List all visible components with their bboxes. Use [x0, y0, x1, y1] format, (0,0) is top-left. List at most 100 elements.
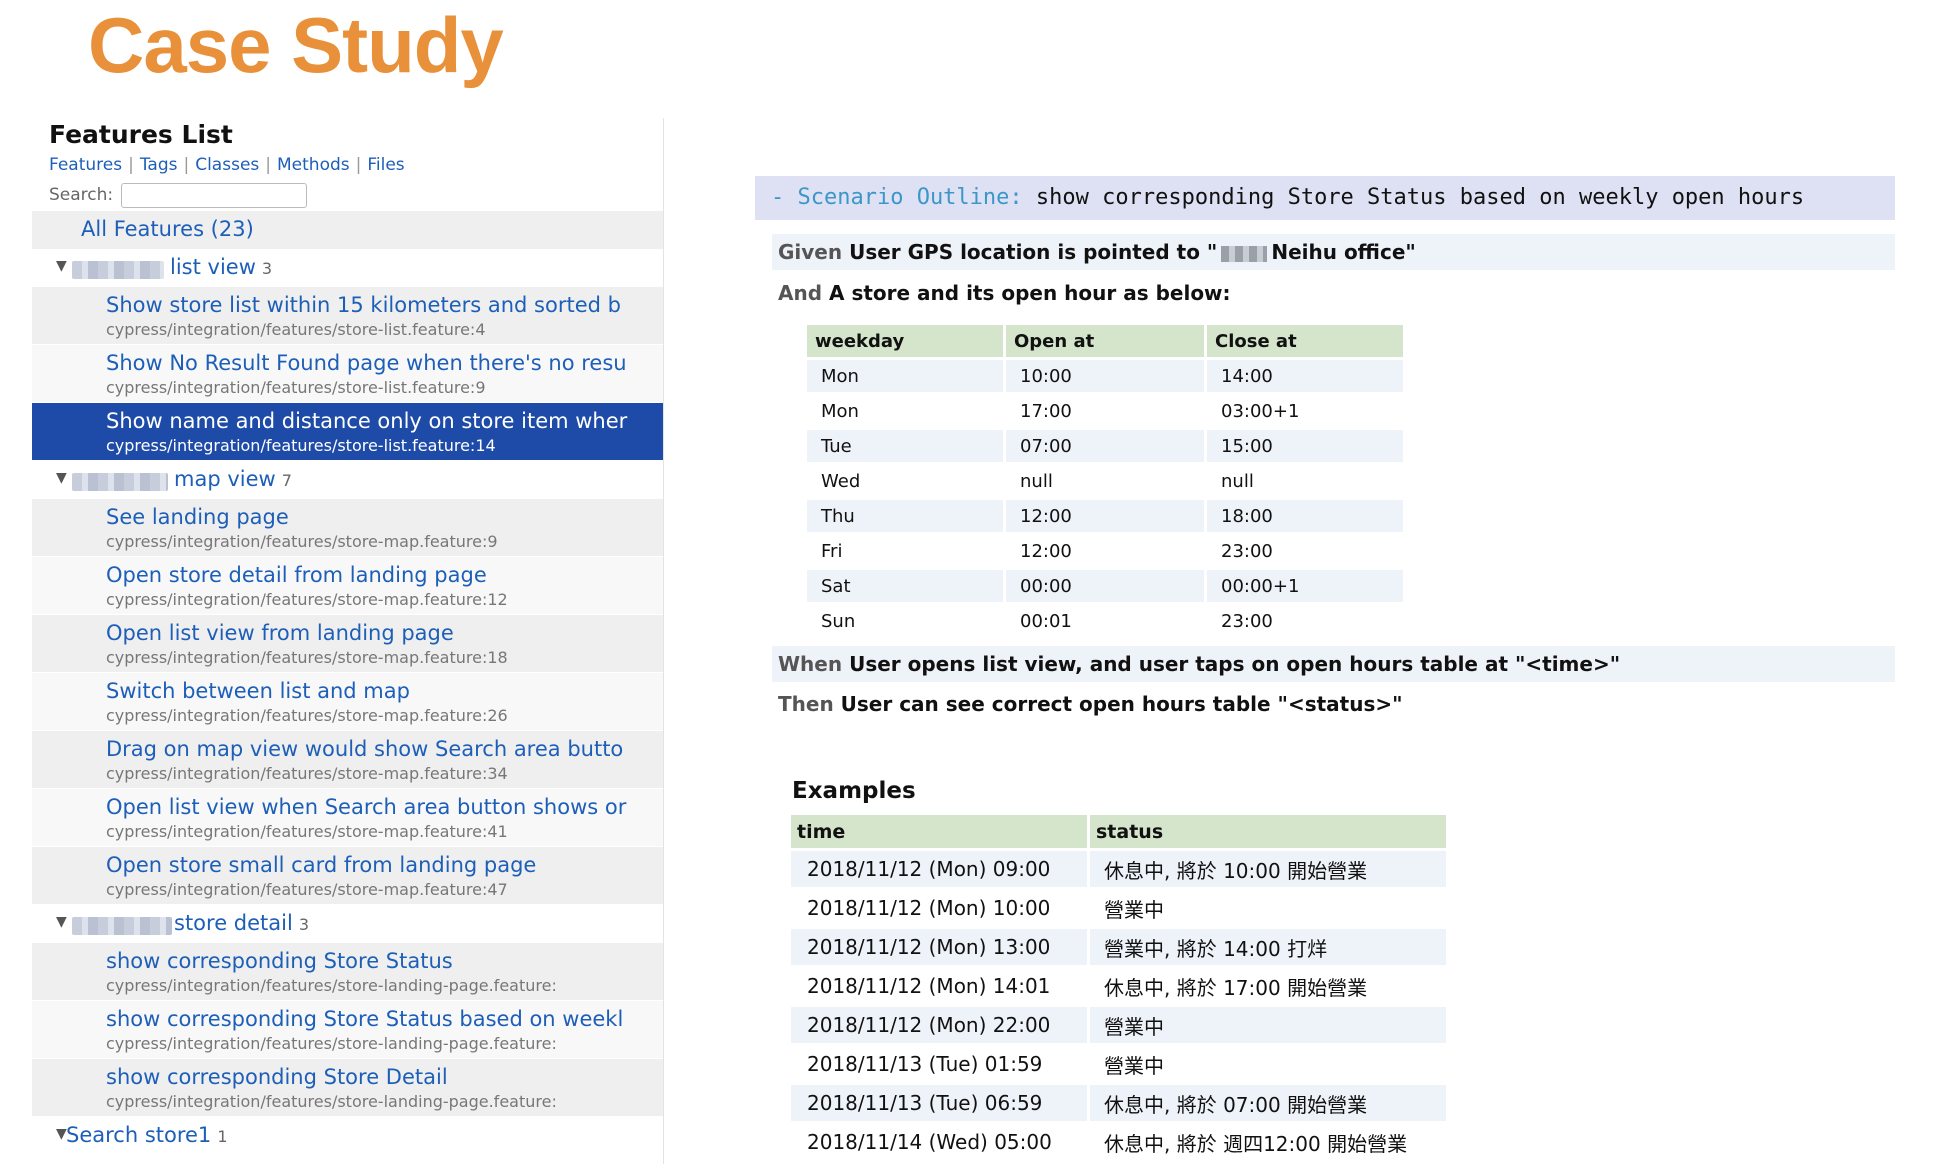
search-row: Search: [49, 180, 663, 210]
nav-link-features[interactable]: Features [49, 155, 122, 175]
scenario-outline-title: show corresponding Store Status based on… [1035, 185, 1805, 210]
table-cell: 休息中, 將於 07:00 開始營業 [1090, 1085, 1446, 1121]
triangle-down-icon[interactable]: ▼ [56, 914, 67, 930]
feature-item-title[interactable]: show corresponding Store Detail [106, 1065, 448, 1089]
step-text: A store and its open hour as below: [829, 281, 1231, 305]
table-cell: 2018/11/12 (Mon) 22:00 [791, 1007, 1087, 1043]
feature-group-label[interactable]: map view 7 [174, 467, 292, 491]
feature-item-path: cypress/integration/features/store-landi… [106, 1034, 557, 1053]
features-list-title: Features List [49, 120, 233, 149]
feature-item[interactable]: Show No Result Found page when there's n… [32, 345, 663, 403]
feature-item-title[interactable]: Open list view from landing page [106, 621, 454, 645]
table-cell: 23:00 [1207, 535, 1403, 567]
feature-item-title[interactable]: Open store detail from landing page [106, 563, 487, 587]
redacted-text [1221, 245, 1268, 262]
feature-item[interactable]: Open list view from landing page cypress/… [32, 615, 663, 673]
table-cell: Mon [807, 395, 1003, 427]
feature-item[interactable]: show corresponding Store Status cypress/i… [32, 943, 663, 1001]
redacted-text [72, 261, 164, 279]
all-features-row[interactable]: All Features (23) [32, 211, 663, 249]
table-row: 2018/11/14 (Wed) 05:00 休息中, 將於 週四12:00 開始… [791, 1124, 1446, 1160]
table-row: Sat 00:00 00:00+1 [807, 570, 1403, 602]
feature-item-title[interactable]: show corresponding Store Status based on… [106, 1007, 623, 1031]
table-row: Mon 10:00 14:00 [807, 360, 1403, 392]
table-cell: 2018/11/13 (Tue) 01:59 [791, 1046, 1087, 1082]
feature-group-count: 3 [298, 915, 309, 934]
nav-link-tags[interactable]: Tags [140, 155, 178, 175]
feature-item[interactable]: Open store detail from landing page cypre… [32, 557, 663, 615]
examples-title: Examples [792, 778, 916, 804]
feature-group-name[interactable]: store detail [174, 911, 293, 935]
feature-item[interactable]: show corresponding Store Status based on… [32, 1001, 663, 1059]
triangle-down-icon[interactable]: ▼ [56, 470, 67, 486]
nav-separator: | [355, 155, 362, 175]
feature-item-path: cypress/integration/features/store-landi… [106, 976, 557, 995]
nav-separator: | [183, 155, 190, 175]
feature-group-name[interactable]: map view [174, 467, 276, 491]
all-features-link[interactable]: All Features (23) [81, 217, 254, 241]
feature-item[interactable]: Switch between list and map cypress/integ… [32, 673, 663, 731]
feature-item-path: cypress/integration/features/store-map.f… [106, 764, 508, 783]
feature-item[interactable]: Open store small card from landing page c… [32, 847, 663, 905]
feature-group-label[interactable]: Search store1 1 [66, 1123, 228, 1147]
table-cell: 營業中 [1090, 1007, 1446, 1043]
feature-item[interactable]: Show name and distance only on store ite… [32, 403, 663, 461]
feature-group-label[interactable]: list view 3 [170, 255, 272, 279]
feature-group-count: 1 [217, 1127, 228, 1146]
feature-item-path: cypress/integration/features/store-list.… [106, 320, 486, 339]
nav-link-files[interactable]: Files [367, 155, 404, 175]
nav-link-methods[interactable]: Methods [277, 155, 350, 175]
feature-item-title[interactable]: Show name and distance only on store ite… [106, 409, 627, 433]
feature-item[interactable]: See landing page cypress/integration/feat… [32, 499, 663, 557]
nav-link-classes[interactable]: Classes [195, 155, 259, 175]
scenario-outline-keyword: - Scenario Outline: [771, 185, 1023, 210]
search-input[interactable] [121, 182, 308, 208]
step-keyword: And [778, 281, 823, 305]
search-label: Search: [49, 185, 114, 205]
triangle-down-icon[interactable]: ▼ [56, 258, 67, 274]
table-row: Thu 12:00 18:00 [807, 500, 1403, 532]
feature-item-title[interactable]: Show store list within 15 kilometers and… [106, 293, 621, 317]
feature-item[interactable]: Drag on map view would show Search area … [32, 731, 663, 789]
feature-group-row[interactable]: ▼ store detail 3 [32, 905, 663, 943]
table-cell: 休息中, 將於 10:00 開始營業 [1090, 851, 1446, 887]
table-cell: Tue [807, 430, 1003, 462]
feature-group-name[interactable]: Search store1 [66, 1123, 211, 1147]
feature-item-title[interactable]: See landing page [106, 505, 289, 529]
page-title: Case Study [88, 1, 504, 89]
feature-item-title[interactable]: Open list view when Search area button s… [106, 795, 626, 819]
feature-group-label[interactable]: store detail 3 [174, 911, 309, 935]
step-given: Given User GPS location is pointed to " N… [772, 234, 1895, 270]
table-cell: 營業中 [1090, 1046, 1446, 1082]
table-row: 2018/11/12 (Mon) 10:00 營業中 [791, 890, 1446, 926]
feature-group-row[interactable]: ▼ map view 7 [32, 461, 663, 499]
features-list-header: Features List Features | Tags | Classes | Meth… [32, 118, 663, 210]
feature-item-title[interactable]: Switch between list and map [106, 679, 410, 703]
table-cell: Fri [807, 535, 1003, 567]
table-cell: 15:00 [1207, 430, 1403, 462]
feature-item-title[interactable]: Drag on map view would show Search area … [106, 737, 623, 761]
feature-item-title[interactable]: show corresponding Store Status [106, 949, 453, 973]
table-cell: 10:00 [1006, 360, 1204, 392]
table-cell: 00:00+1 [1207, 570, 1403, 602]
table-cell: Wed [807, 465, 1003, 497]
feature-item-path: cypress/integration/features/store-map.f… [106, 822, 508, 841]
table-cell: Thu [807, 500, 1003, 532]
scenario-outline-header: - Scenario Outline: show corresponding S… [755, 176, 1895, 220]
table-cell: 23:00 [1207, 605, 1403, 637]
step-when: When User opens list view, and user taps… [772, 646, 1895, 682]
feature-group-row[interactable]: ▼ list view 3 [32, 249, 663, 287]
table-row: Tue 07:00 15:00 [807, 430, 1403, 462]
feature-item-title[interactable]: Open store small card from landing page [106, 853, 536, 877]
feature-item[interactable]: Show store list within 15 kilometers and… [32, 287, 663, 345]
feature-item[interactable]: show corresponding Store Detail cypress/i… [32, 1059, 663, 1117]
table-cell: 07:00 [1006, 430, 1204, 462]
feature-item-title[interactable]: Show No Result Found page when there's n… [106, 351, 627, 375]
feature-group-row[interactable]: ▼ Search store1 1 [32, 1117, 663, 1155]
feature-item[interactable]: Open list view when Search area button s… [32, 789, 663, 847]
features-nav: Features | Tags | Classes | Methods | Files [49, 152, 663, 178]
feature-group-name[interactable]: list view [170, 255, 256, 279]
table-row: 2018/11/13 (Tue) 06:59 休息中, 將於 07:00 開始營業 [791, 1085, 1446, 1121]
table-cell: 00:01 [1006, 605, 1204, 637]
features-list-panel: Features List Features | Tags | Classes | Meth… [32, 118, 664, 1164]
